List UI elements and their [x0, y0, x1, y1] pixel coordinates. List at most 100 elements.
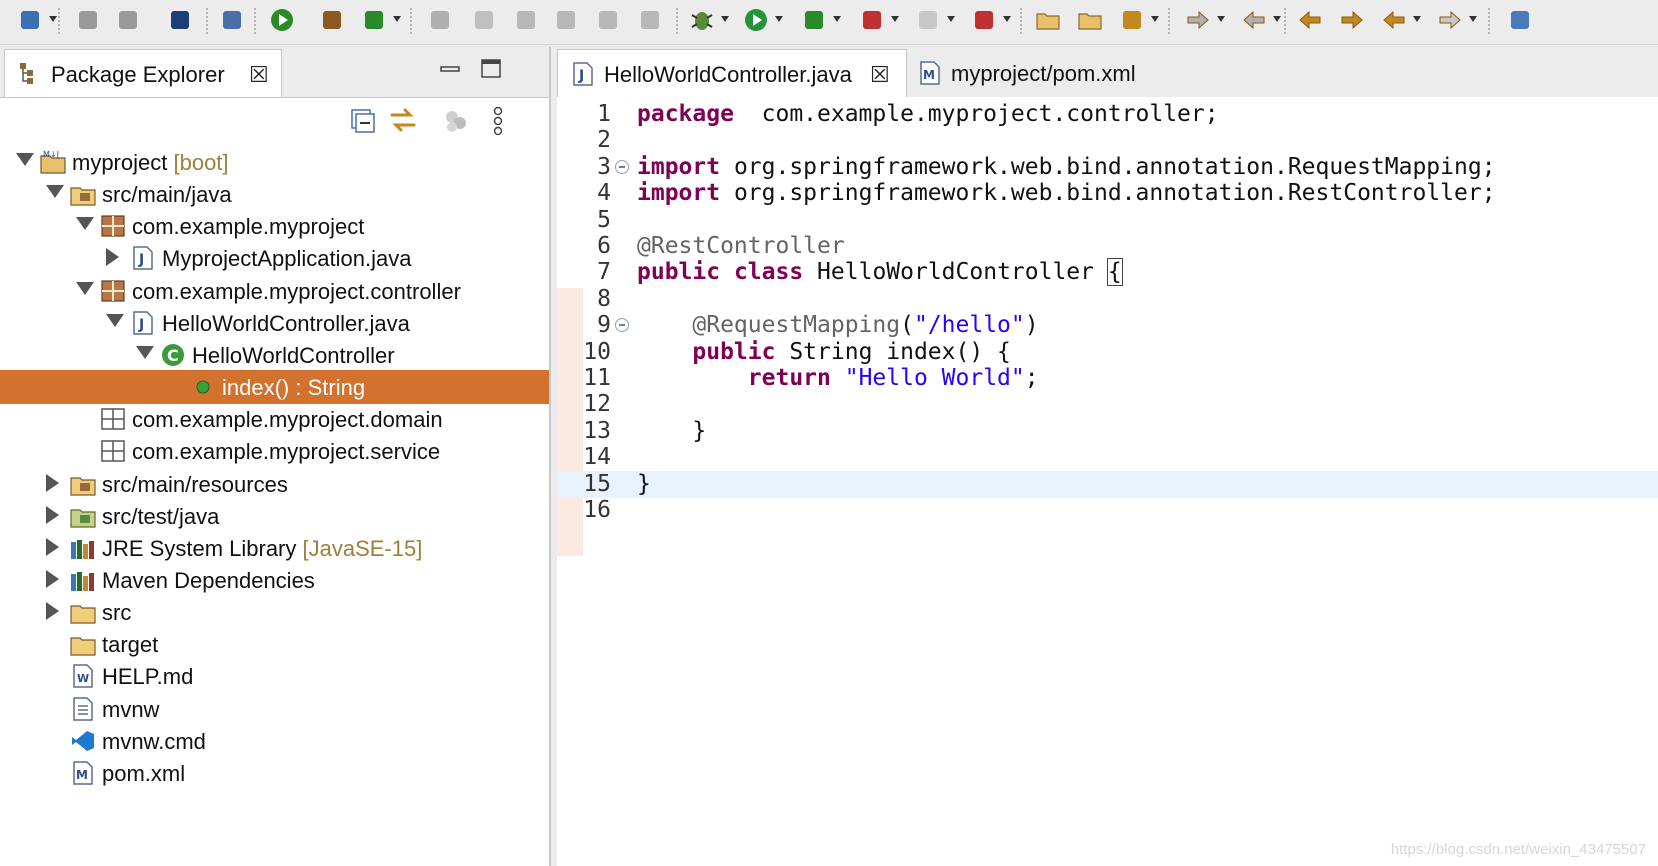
tree-item[interactable]: M↓J myproject [boot]: [0, 145, 549, 179]
collapse-arrow-icon[interactable]: [16, 153, 34, 166]
next-annotation-icon[interactable]: [1184, 6, 1212, 34]
code-line[interactable]: 3 import org.springframework.web.bind.ann…: [557, 154, 1658, 181]
new-package-icon[interactable]: [318, 6, 346, 34]
filters-icon[interactable]: [442, 107, 470, 135]
coverage-icon[interactable]: [858, 6, 886, 34]
new-class-icon[interactable]: [360, 6, 388, 34]
dropdown-arrow-icon[interactable]: [721, 16, 729, 22]
tree-item[interactable]: W HELP.md: [0, 659, 549, 693]
dropdown-arrow-icon[interactable]: [1413, 16, 1421, 22]
tree-item[interactable]: Maven Dependencies: [0, 563, 549, 597]
save-all-icon[interactable]: [114, 6, 142, 34]
tree-item[interactable]: mvnw: [0, 692, 549, 726]
code-line[interactable]: 13 }: [557, 418, 1658, 445]
code-line[interactable]: 4 import org.springframework.web.bind.ann…: [557, 180, 1658, 207]
open-folder-icon[interactable]: [1034, 6, 1062, 34]
dropdown-arrow-icon[interactable]: [1003, 16, 1011, 22]
close-icon[interactable]: ☒: [870, 62, 890, 88]
dropdown-arrow-icon[interactable]: [1469, 16, 1477, 22]
dropdown-arrow-icon[interactable]: [833, 16, 841, 22]
dropdown-arrow-icon[interactable]: [1217, 16, 1225, 22]
perspective-icon[interactable]: [1506, 6, 1534, 34]
code-line[interactable]: 1 package com.example.myproject.controlle…: [557, 101, 1658, 128]
debug-icon[interactable]: [688, 6, 716, 34]
tree-item[interactable]: src/main/java: [0, 177, 549, 211]
collapse-arrow-icon[interactable]: [106, 313, 124, 327]
open-project-icon[interactable]: [1076, 6, 1104, 34]
code-area[interactable]: 1 package com.example.myproject.controlle…: [557, 97, 1658, 866]
dropdown-arrow-icon[interactable]: [947, 16, 955, 22]
collapse-all-icon[interactable]: [349, 107, 377, 135]
tree-item[interactable]: Mpom.xml: [0, 756, 549, 790]
back-icon[interactable]: [1380, 6, 1408, 34]
tree-item[interactable]: com.example.myproject.controller: [0, 274, 549, 308]
dropdown-arrow-icon[interactable]: [891, 16, 899, 22]
tab-helloworldcontroller-java[interactable]: J HelloWorldController.java ☒: [557, 49, 907, 97]
expand-arrow-icon[interactable]: [46, 569, 59, 588]
dropdown-arrow-icon[interactable]: [393, 16, 401, 22]
minimize-icon[interactable]: [439, 57, 463, 81]
code-line[interactable]: 9 @RequestMapping("/hello"): [557, 312, 1658, 339]
search-icon[interactable]: [218, 6, 246, 34]
dropdown-arrow-icon[interactable]: [1273, 16, 1281, 22]
run-icon[interactable]: [742, 6, 770, 34]
code-line[interactable]: 2: [557, 127, 1658, 154]
tree-item[interactable]: com.example.myproject: [0, 209, 549, 243]
prev-annotation-icon[interactable]: [1240, 6, 1268, 34]
code-line[interactable]: 8: [557, 286, 1658, 313]
spring-boot-dashboard-icon[interactable]: [268, 6, 296, 34]
dropdown-arrow-icon[interactable]: [49, 16, 57, 22]
pilcrow-icon[interactable]: [636, 6, 664, 34]
expand-arrow-icon[interactable]: [46, 505, 59, 524]
tree-item[interactable]: J MyprojectApplication.java: [0, 241, 549, 275]
collapse-arrow-icon[interactable]: [76, 217, 94, 231]
collapse-arrow-icon[interactable]: [46, 185, 64, 199]
dropdown-arrow-icon[interactable]: [1151, 16, 1159, 22]
code-line[interactable]: 10 public String index() {: [557, 339, 1658, 366]
collapse-arrow-icon[interactable]: [76, 281, 94, 295]
link-with-editor-icon[interactable]: [388, 105, 418, 135]
code-line[interactable]: 14: [557, 444, 1658, 471]
run-config-icon[interactable]: [800, 6, 828, 34]
external-tools-icon[interactable]: [970, 6, 998, 34]
code-line[interactable]: 11 return "Hello World";: [557, 365, 1658, 392]
terminal-icon[interactable]: [166, 6, 194, 34]
maximize-icon[interactable]: [480, 57, 504, 81]
tree-item[interactable]: com.example.myproject.service: [0, 434, 549, 468]
code-line[interactable]: 12: [557, 391, 1658, 418]
last-edit-icon[interactable]: [1296, 6, 1324, 34]
expand-arrow-icon[interactable]: [106, 248, 119, 267]
expand-arrow-icon[interactable]: [46, 537, 59, 556]
dropdown-arrow-icon[interactable]: [775, 16, 783, 22]
new-icon[interactable]: [16, 6, 44, 34]
tree-item[interactable]: J HelloWorldController.java: [0, 306, 549, 340]
code-line[interactable]: 7 public class HelloWorldController {: [557, 258, 1658, 287]
tab-package-explorer[interactable]: Package Explorer ☒: [4, 49, 282, 97]
tree-item[interactable]: com.example.myproject.domain: [0, 402, 549, 436]
tree-item[interactable]: mvnw.cmd: [0, 724, 549, 758]
refresh-icon[interactable]: [552, 6, 580, 34]
close-icon[interactable]: ☒: [249, 62, 269, 88]
tree-item[interactable]: target: [0, 627, 549, 661]
forward-edit-icon[interactable]: [1338, 6, 1366, 34]
save-icon[interactable]: [74, 6, 102, 34]
tree-item[interactable]: src: [0, 595, 549, 629]
stop-icon[interactable]: [914, 6, 942, 34]
expand-arrow-icon[interactable]: [46, 473, 59, 492]
open-type-icon[interactable]: [426, 6, 454, 34]
expand-arrow-icon[interactable]: [46, 602, 59, 621]
fold-collapse-icon[interactable]: [615, 318, 629, 333]
pen-icon[interactable]: [470, 6, 498, 34]
tree-item[interactable]: src/main/resources: [0, 467, 549, 501]
code-line[interactable]: 16: [557, 497, 1658, 524]
fold-collapse-icon[interactable]: [615, 159, 629, 174]
tree-item[interactable]: C HelloWorldController: [0, 338, 549, 372]
tab-pom-xml[interactable]: M myproject/pom.xml: [909, 49, 1169, 97]
forward-icon[interactable]: [1436, 6, 1464, 34]
view-menu-icon[interactable]: [488, 105, 508, 137]
doc-icon[interactable]: [594, 6, 622, 34]
tree-item[interactable]: index() : String: [0, 370, 549, 405]
pencil-icon[interactable]: [1118, 6, 1146, 34]
collapse-arrow-icon[interactable]: [136, 345, 154, 359]
gears-icon[interactable]: [512, 6, 540, 34]
